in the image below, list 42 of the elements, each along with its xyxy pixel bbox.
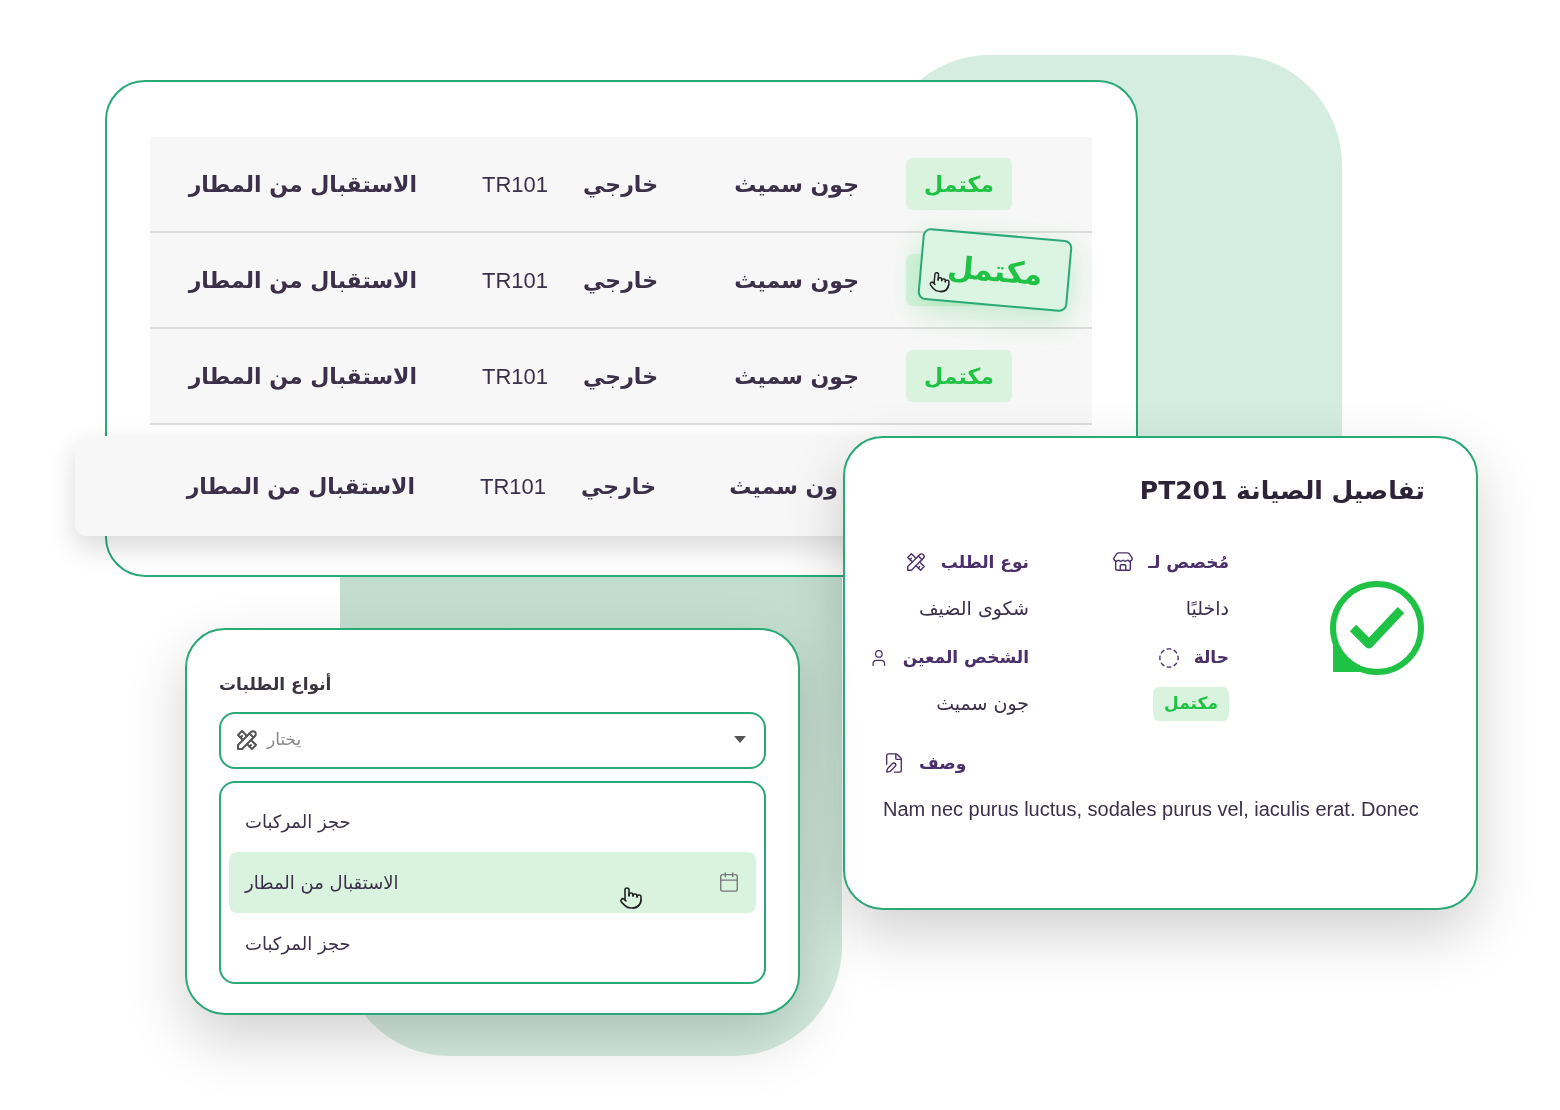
field-label: نوع الطلب	[940, 550, 1029, 574]
type-cell: خارجي	[583, 267, 658, 293]
code-cell: TR101	[481, 363, 548, 389]
dashed-circle-icon	[1157, 646, 1180, 669]
hand-cursor-icon	[619, 885, 643, 910]
description-label: وصف	[919, 751, 967, 775]
field-label: حالة	[1193, 646, 1229, 669]
calendar-icon	[718, 871, 740, 893]
code-cell: TR101	[479, 473, 546, 499]
name-cell: جون سميث	[734, 171, 859, 197]
status-badge: مكتمل	[906, 158, 1012, 210]
tools-icon	[235, 728, 259, 752]
description-text: Nam nec purus luctus, sodales purus vel, iaculis erat. Donec	[883, 797, 1420, 822]
details-title: تفاصيل الصيانة PT201	[1139, 475, 1425, 507]
store-icon	[1112, 551, 1135, 574]
request-cell: الاستقبال من المطار	[188, 267, 417, 293]
tools-icon	[904, 551, 927, 574]
status-badge: مكتمل	[1153, 686, 1229, 721]
request-types-label: أنواع الطلبات	[219, 672, 333, 696]
request-type-select[interactable]: يختار	[219, 711, 766, 769]
document-edit-icon	[883, 752, 905, 775]
check-badge-icon	[1329, 579, 1425, 676]
field-value: داخليًا	[1184, 595, 1229, 621]
code-cell: TR101	[481, 267, 548, 293]
type-cell: خارجي	[583, 171, 658, 197]
option-item[interactable]: الاستقبال من المطار	[229, 851, 756, 913]
code-cell: TR101	[481, 171, 548, 197]
name-cell: جون سميث	[734, 267, 859, 293]
name-cell: جون سميث	[734, 363, 859, 389]
field-value: شكوى الضيف	[917, 595, 1029, 622]
status-badge: مكتمل	[906, 350, 1012, 402]
request-cell: الاستقبال من المطار	[186, 473, 415, 499]
field-label: مُخصص لـ	[1148, 550, 1229, 575]
request-cell: الاستقبال من المطار	[188, 363, 417, 389]
type-cell: خارجي	[581, 473, 656, 499]
field-value: جون سميث	[935, 691, 1029, 717]
caret-icon	[734, 736, 746, 744]
select-placeholder: يختار	[267, 728, 303, 752]
type-cell: خارجي	[583, 363, 658, 389]
request-cell: الاستقبال من المطار	[188, 171, 417, 197]
field-label: الشخص المعين	[902, 646, 1029, 670]
name-cell: ون سميث	[729, 473, 838, 499]
